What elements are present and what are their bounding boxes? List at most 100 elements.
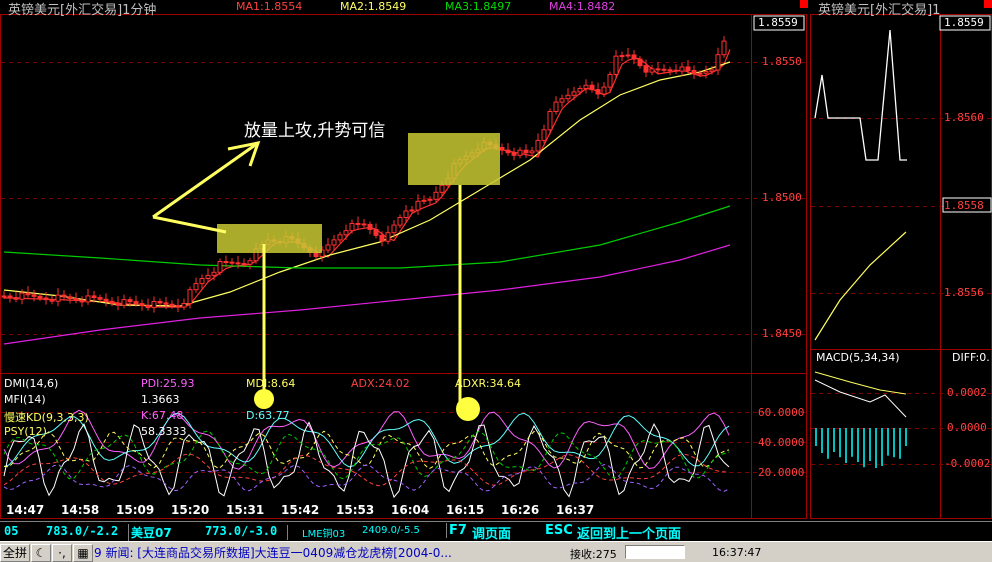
candle xyxy=(703,65,709,79)
candle xyxy=(577,85,583,95)
price-label: 1.8500 xyxy=(762,191,802,204)
time-label: 14:47 xyxy=(6,503,45,517)
input-method-button[interactable]: 全拼 xyxy=(0,544,30,562)
candle xyxy=(649,64,655,76)
receive-label: 接收:275 xyxy=(570,548,617,561)
esc-label[interactable]: 返回到上一个页面 xyxy=(577,523,681,542)
candle xyxy=(433,186,439,203)
adx-label: ADX:24.02 xyxy=(351,377,410,390)
macd-diff-line xyxy=(814,379,907,418)
annotation-graphics xyxy=(152,133,500,421)
candle xyxy=(103,293,109,307)
corner-marker-right xyxy=(984,0,992,8)
right-current-price: 1.8559 xyxy=(944,16,984,29)
candle xyxy=(499,143,505,156)
candle xyxy=(205,268,211,282)
right-price-label: 1.8556 xyxy=(944,286,984,299)
annotation-text: 放量上攻,升势可信 xyxy=(244,121,386,141)
mfi-label: MFI(14) xyxy=(4,393,46,406)
candle xyxy=(331,234,337,250)
f7-label[interactable]: 调页面 xyxy=(472,523,511,542)
candle xyxy=(121,294,127,309)
quote-2-value: 773.0/-3.0 xyxy=(205,524,278,538)
candle xyxy=(181,298,187,311)
macd-level: -0.0002 xyxy=(944,457,991,470)
time-label: 15:31 xyxy=(226,503,265,517)
candle xyxy=(565,88,571,102)
time-label: 16:04 xyxy=(391,503,430,517)
indicator-level: 40.0000 xyxy=(758,436,805,449)
candle xyxy=(523,144,529,158)
candle xyxy=(415,194,421,215)
candle xyxy=(397,214,403,229)
quote-2-name[interactable]: 美豆07 xyxy=(128,524,172,541)
candle xyxy=(79,296,85,307)
candle xyxy=(7,293,13,303)
time-label: 15:20 xyxy=(171,503,210,517)
candle xyxy=(55,288,61,307)
status-bar: 全拼 ☾ ·, ▦ 9 新闻: [大连商品交易所数据]大连豆一0409减仓龙虎榜… xyxy=(0,541,992,562)
kd-label: 慢速KD(9,3,3,3) xyxy=(4,411,89,424)
current-price: 1.8559 xyxy=(758,16,798,29)
moon-icon[interactable]: ☾ xyxy=(31,544,51,562)
candle xyxy=(589,81,595,93)
receive-progress xyxy=(625,545,685,559)
candle xyxy=(367,221,373,235)
candle xyxy=(199,274,205,289)
highlight-dot-2 xyxy=(456,397,480,421)
candle xyxy=(721,36,727,58)
candle xyxy=(631,49,637,65)
time-label: 16:26 xyxy=(501,503,540,517)
price-label: 1.8550 xyxy=(762,55,802,68)
punctuation-icon[interactable]: ·, xyxy=(52,544,72,562)
candle xyxy=(571,86,577,101)
candle xyxy=(625,47,631,59)
ma3-line xyxy=(3,205,731,269)
pdi-label: PDI:25.93 xyxy=(141,377,195,390)
candle xyxy=(679,62,685,77)
pdi-line xyxy=(3,409,730,470)
time-label: 16:37 xyxy=(556,503,595,517)
ma3-label: MA3:1.8497 xyxy=(445,0,512,13)
diff-label: DIFF:0. xyxy=(952,351,990,364)
candle xyxy=(151,296,157,313)
candle xyxy=(511,147,517,161)
quote-bar: 05 783.0/-2.2 美豆07 773.0/-3.0 LME铜03 240… xyxy=(0,521,992,542)
chart-canvas xyxy=(0,0,992,519)
candle xyxy=(421,195,427,205)
ma4-label: MA4:1.8482 xyxy=(549,0,616,13)
quote-3-name[interactable]: LME铜03 xyxy=(287,525,345,540)
candle xyxy=(217,258,223,276)
candle xyxy=(715,47,721,75)
candle xyxy=(355,216,361,229)
k-value: K:67.48 xyxy=(141,409,184,422)
arrow-lower-stroke xyxy=(152,215,227,234)
candle xyxy=(505,143,511,156)
candle xyxy=(13,291,19,303)
f7-key[interactable]: F7 xyxy=(446,523,467,538)
candle xyxy=(619,51,625,62)
mdi-label: MDI:8.64 xyxy=(246,377,296,390)
candle xyxy=(109,297,115,307)
quote-1-code[interactable]: 05 xyxy=(4,524,18,538)
candle xyxy=(337,231,343,243)
esc-key[interactable]: ESC xyxy=(545,523,573,538)
indicator-level: 20.0000 xyxy=(758,466,805,479)
news-ticker[interactable]: 9 新闻: [大连商品交易所数据]大连豆一0409减仓龙虎榜[2004-0... xyxy=(94,544,566,560)
candle xyxy=(541,124,547,144)
dmi-label: DMI(14,6) xyxy=(4,377,59,390)
time-label: 16:15 xyxy=(446,503,485,517)
right-price-label: 1.8560 xyxy=(944,111,984,124)
mdi-line xyxy=(3,463,730,492)
ma2-label: MA2:1.8549 xyxy=(340,0,407,13)
candle xyxy=(325,237,331,254)
keyboard-icon[interactable]: ▦ xyxy=(73,544,93,562)
candle xyxy=(517,147,523,159)
candle xyxy=(31,289,37,302)
psy-value: 58.3333 xyxy=(141,425,187,438)
candle xyxy=(85,288,91,305)
candle xyxy=(691,65,697,79)
candle xyxy=(193,277,199,293)
right-panel-title: 英镑美元[外汇交易]1( xyxy=(818,3,940,18)
candle xyxy=(559,94,565,108)
